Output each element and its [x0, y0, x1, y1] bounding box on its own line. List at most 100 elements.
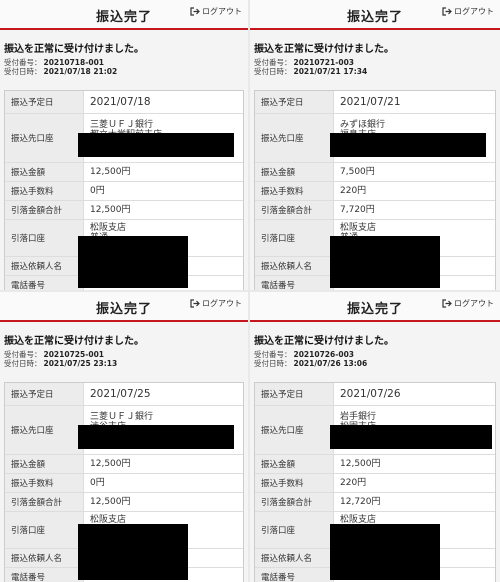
redaction-box-destination	[78, 133, 234, 157]
fee-label: 振込手数料	[255, 182, 334, 200]
page-title: 振込完了	[95, 10, 152, 25]
receipt-number: 受付番号： 20210718-001	[0, 58, 248, 67]
scheduled-date-value: 2021/07/26	[340, 388, 401, 400]
receipt-number-label: 受付番号：	[4, 58, 42, 67]
logout-button[interactable]: ログアウト	[190, 6, 242, 17]
scheduled-date-label: 振込予定日	[255, 383, 334, 405]
destination-bank: みずほ銀行	[340, 120, 386, 130]
debit-account-label: 引落口座	[5, 220, 84, 256]
table-row: 振込金額 12,500円	[255, 455, 495, 474]
amount-label: 振込金額	[255, 455, 334, 473]
receipt-number-label: 受付番号：	[254, 58, 292, 67]
transfer-complete-panel: 振込完了 ログアウト 振込を正常に受け付けました。 受付番号： 20210718-…	[0, 0, 248, 290]
page-header: 振込完了 ログアウト	[0, 0, 248, 30]
requester-name-label: 振込依頼人名	[5, 257, 84, 275]
page-title: 振込完了	[346, 10, 403, 25]
fee-value: 0円	[90, 478, 105, 488]
total-value: 7,720円	[340, 205, 375, 215]
debit-account-label: 引落口座	[5, 512, 84, 548]
total-value: 12,720円	[340, 497, 381, 507]
logout-label: ログアウト	[202, 7, 242, 16]
table-row: 振込金額 7,500円	[255, 163, 495, 182]
amount-value: 12,500円	[90, 459, 131, 469]
receipt-datetime-label: 受付日時：	[254, 67, 292, 76]
logout-icon	[442, 7, 452, 16]
redaction-box-destination	[78, 425, 234, 449]
receipt-number: 受付番号： 20210726-003	[250, 350, 500, 359]
amount-value: 12,500円	[90, 167, 131, 177]
scheduled-date-label: 振込予定日	[5, 383, 84, 405]
redaction-box-destination	[330, 425, 492, 449]
logout-button[interactable]: ログアウト	[442, 298, 494, 309]
logout-button[interactable]: ログアウト	[442, 6, 494, 17]
completion-message: 振込を正常に受け付けました。	[254, 336, 394, 347]
page-header: 振込完了 ログアウト	[250, 292, 500, 322]
receipt-number-value: 20210718-001	[43, 58, 105, 67]
debit-account-label: 引落口座	[255, 220, 334, 256]
redaction-box-account	[78, 236, 188, 288]
page-title: 振込完了	[346, 302, 403, 317]
scheduled-date-label: 振込予定日	[255, 91, 334, 113]
table-row: 引落金額合計 7,720円	[255, 201, 495, 220]
table-row: 引落金額合計 12,500円	[5, 201, 243, 220]
total-value: 12,500円	[90, 497, 131, 507]
receipt-datetime-label: 受付日時：	[4, 67, 42, 76]
table-row: 振込手数料 220円	[255, 182, 495, 201]
receipt-datetime: 受付日時： 2021/07/26 13:06	[250, 359, 500, 368]
page-title: 振込完了	[95, 302, 152, 317]
table-row: 振込予定日 2021/07/21	[255, 91, 495, 114]
amount-label: 振込金額	[5, 163, 84, 181]
table-row: 振込手数料 220円	[255, 474, 495, 493]
destination-account-label: 振込先口座	[5, 406, 84, 454]
scheduled-date-label: 振込予定日	[5, 91, 84, 113]
debit-branch: 松阪支店	[90, 223, 127, 233]
logout-icon	[442, 299, 452, 308]
debit-account-label: 引落口座	[255, 512, 334, 548]
amount-value: 12,500円	[340, 459, 381, 469]
logout-button[interactable]: ログアウト	[190, 298, 242, 309]
destination-account-label: 振込先口座	[5, 114, 84, 162]
transfer-complete-panel: 振込完了 ログアウト 振込を正常に受け付けました。 受付番号： 20210726-…	[250, 292, 500, 582]
table-row: 振込金額 12,500円	[5, 455, 243, 474]
logout-label: ログアウト	[454, 7, 494, 16]
completion-message: 振込を正常に受け付けました。	[4, 44, 144, 55]
phone-number-label: 電話番号	[5, 568, 84, 582]
redaction-box-destination	[330, 133, 486, 157]
logout-icon	[190, 299, 200, 308]
debit-branch: 松阪支店	[340, 223, 377, 233]
table-row: 振込予定日 2021/07/18	[5, 91, 243, 114]
redaction-box-account	[78, 524, 188, 580]
table-row: 振込予定日 2021/07/25	[5, 383, 243, 406]
receipt-number-label: 受付番号：	[254, 350, 292, 359]
receipt-datetime: 受付日時： 2021/07/21 17:34	[250, 67, 500, 76]
requester-name-label: 振込依頼人名	[5, 549, 84, 567]
scheduled-date-value: 2021/07/21	[340, 96, 401, 108]
fee-label: 振込手数料	[5, 182, 84, 200]
receipt-number-label: 受付番号：	[4, 350, 42, 359]
scheduled-date-value: 2021/07/18	[90, 96, 151, 108]
receipt-number: 受付番号： 20210721-003	[250, 58, 500, 67]
fee-value: 220円	[340, 186, 367, 196]
table-row: 振込金額 12,500円	[5, 163, 243, 182]
receipt-datetime-value: 2021/07/18 21:02	[43, 67, 118, 76]
total-label: 引落金額合計	[255, 493, 334, 511]
table-row: 振込手数料 0円	[5, 182, 243, 201]
redaction-box-account	[330, 524, 440, 580]
logout-icon	[190, 7, 200, 16]
destination-account-label: 振込先口座	[255, 114, 334, 162]
fee-value: 0円	[90, 186, 105, 196]
amount-value: 7,500円	[340, 167, 375, 177]
fee-label: 振込手数料	[5, 474, 84, 492]
receipt-number-value: 20210725-001	[43, 350, 105, 359]
receipt-datetime-value: 2021/07/21 17:34	[293, 67, 368, 76]
total-value: 12,500円	[90, 205, 131, 215]
table-row: 振込予定日 2021/07/26	[255, 383, 495, 406]
redaction-box-account	[330, 236, 440, 288]
fee-value: 220円	[340, 478, 367, 488]
completion-message: 振込を正常に受け付けました。	[254, 44, 394, 55]
requester-name-label: 振込依頼人名	[255, 257, 334, 275]
receipt-datetime-label: 受付日時：	[4, 359, 42, 368]
phone-number-label: 電話番号	[5, 276, 84, 290]
receipt-datetime-value: 2021/07/25 23:13	[43, 359, 118, 368]
destination-bank: 三菱ＵＦＪ銀行	[90, 412, 154, 422]
